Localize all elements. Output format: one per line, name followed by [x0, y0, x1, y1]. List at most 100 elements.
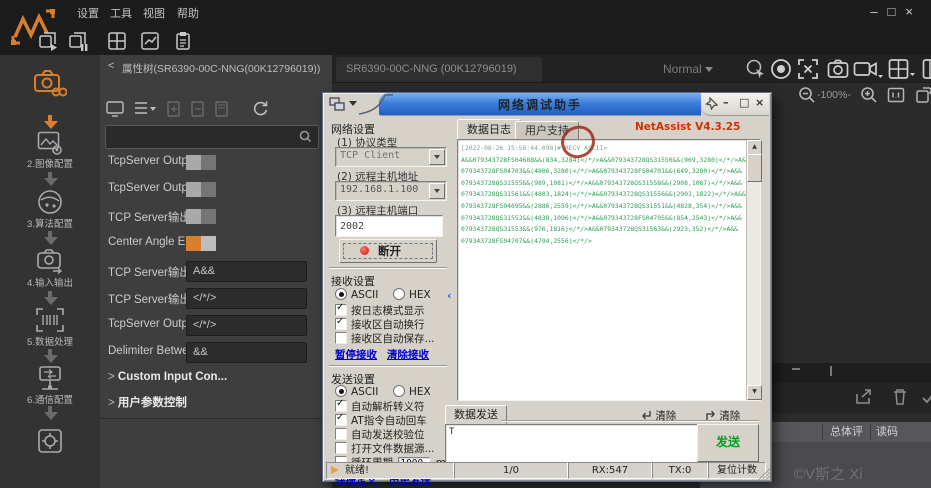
chevron-down-icon[interactable]: [429, 183, 445, 199]
status-rx-cell: RX:547: [568, 462, 652, 479]
disconnect-button[interactable]: 断开: [339, 239, 437, 263]
clear-send-link[interactable]: 清除: [641, 408, 676, 423]
resize-grip[interactable]: [758, 468, 770, 480]
tcp-output-t-field[interactable]: </*/>: [186, 315, 307, 336]
fit-one-to-one-icon[interactable]: [887, 86, 905, 104]
checkbox-icon: [335, 442, 347, 454]
chart-panel-icon[interactable]: [140, 31, 160, 51]
escape-parse-checkbox[interactable]: 自动解析转义符: [335, 399, 425, 414]
group-custom-input[interactable]: Custom Input Con...: [108, 371, 227, 383]
watermark: ©V斯之 Xi: [794, 463, 863, 484]
panel-icon-partial[interactable]: [922, 58, 931, 80]
search-input[interactable]: [105, 125, 319, 149]
netassist-titlebar[interactable]: 网络调试助手 – □ ×: [323, 93, 769, 115]
display-mode-dropdown[interactable]: Normal: [663, 62, 713, 76]
recv-hex-radio[interactable]: HEX: [393, 288, 431, 301]
trash-icon[interactable]: [892, 388, 908, 406]
pin-icon[interactable]: [705, 97, 718, 110]
property-tree-title: 属性树(SR6390-00C-NNG(00K12796019)): [122, 61, 320, 76]
workflow-step-camera-link[interactable]: [0, 68, 100, 98]
toggle-tcpserver-output-1[interactable]: [186, 155, 216, 170]
menu-help[interactable]: 帮助: [177, 5, 199, 21]
close-button[interactable]: ×: [905, 4, 923, 19]
view-grid-icon[interactable]: [888, 58, 916, 80]
divider: [329, 267, 447, 269]
checksum-checkbox[interactable]: 自动发送校验位: [335, 427, 425, 442]
workflow-step-next-partial[interactable]: [0, 427, 100, 455]
back-chevron-icon[interactable]: <: [108, 60, 114, 72]
document-tabstrip: SR6390-00C-NNG (00K12796019) Normal: [332, 55, 931, 83]
at-return-checkbox[interactable]: AT指令自动回车: [335, 413, 427, 428]
fullscreen-icon[interactable]: [797, 58, 819, 80]
minimize-button[interactable]: –: [870, 4, 887, 19]
host-select[interactable]: 192.168.1.100: [335, 181, 447, 201]
list-view-icon[interactable]: [134, 101, 156, 117]
minimize-button[interactable]: –: [723, 96, 729, 109]
tab-data-log[interactable]: 数据日志: [457, 119, 521, 140]
refresh-icon[interactable]: [252, 100, 269, 117]
close-button[interactable]: ×: [755, 96, 764, 109]
toggle-tcpserver-noread[interactable]: [186, 209, 216, 224]
pointer-select-icon[interactable]: [745, 58, 767, 80]
run-continuous-icon[interactable]: [38, 31, 58, 51]
send-ascii-radio[interactable]: ASCII: [335, 385, 378, 398]
workflow-step-data-process[interactable]: 5.数据处理: [0, 307, 100, 348]
tcp-prefix-field[interactable]: A&&: [186, 261, 307, 282]
recv-ascii-radio[interactable]: ASCII: [335, 288, 378, 301]
receive-log-area[interactable]: [2022-08-26 15:58:44.098]# RECV ASCII> A…: [457, 139, 761, 401]
send-button[interactable]: 发送: [697, 424, 759, 462]
auto-save-checkbox[interactable]: 接收区自动保存...: [335, 331, 435, 346]
menu-view[interactable]: 视图: [143, 5, 165, 21]
step-label: 3.算法配置: [0, 216, 100, 230]
collapse-panel-arrow[interactable]: ‹: [447, 289, 452, 302]
record-stop-icon[interactable]: [770, 58, 792, 80]
tab-data-send[interactable]: 数据发送: [445, 405, 507, 424]
snapshot-camera-icon[interactable]: [827, 58, 849, 80]
scroll-up-icon[interactable]: ▲: [747, 140, 762, 155]
export-result-icon[interactable]: [855, 388, 873, 406]
workflow-step-comm-config[interactable]: 6.通信配置: [0, 365, 100, 406]
maximize-button[interactable]: □: [739, 96, 749, 109]
workflow-step-input-output[interactable]: 4.输入输出: [0, 248, 100, 289]
auto-wrap-checkbox[interactable]: 接收区自动换行: [335, 317, 425, 332]
tcp-suffix-field[interactable]: </*/>: [186, 288, 307, 309]
rotate-view-icon[interactable]: [915, 86, 931, 104]
toggle-tcpserver-output-2[interactable]: [186, 182, 216, 197]
workflow-step-algorithm-config[interactable]: 3.算法配置: [0, 189, 100, 230]
device-tab[interactable]: SR6390-00C-NNG (00K12796019): [336, 57, 542, 82]
layout-grid-icon[interactable]: [107, 31, 127, 51]
scroll-down-icon[interactable]: ▼: [747, 385, 762, 400]
send-hex-radio[interactable]: HEX: [393, 385, 431, 398]
pause-receive-link[interactable]: 暂停接收: [335, 347, 377, 362]
chevron-down-icon[interactable]: [349, 101, 357, 106]
delimiter-field[interactable]: &&: [186, 342, 307, 363]
scrollbar-thumb[interactable]: [747, 154, 762, 182]
menu-settings[interactable]: 设置: [77, 5, 99, 21]
maximize-button[interactable]: □: [888, 4, 906, 19]
comm-config-icon: [36, 365, 64, 391]
clear-receive-link[interactable]: 清除接收: [387, 347, 429, 362]
protocol-select[interactable]: TCP Client: [335, 147, 447, 167]
video-record-icon[interactable]: [853, 58, 883, 80]
group-user-params[interactable]: 用户参数控制: [108, 394, 187, 410]
netassist-system-icon[interactable]: [329, 97, 345, 111]
send-input-area[interactable]: T: [445, 424, 701, 466]
checkbox-icon: [335, 400, 347, 412]
toggle-center-angle-enable[interactable]: [186, 236, 216, 251]
workflow-step-image-config[interactable]: 2.图像配置: [0, 131, 100, 170]
monitor-icon[interactable]: [106, 101, 124, 117]
port-input[interactable]: [335, 215, 443, 237]
clear-recv-link[interactable]: 清除: [705, 408, 740, 423]
menu-tools[interactable]: 工具: [110, 5, 132, 21]
pause-acquisition-icon[interactable]: [68, 31, 88, 51]
chevron-down-icon[interactable]: [429, 149, 445, 165]
step-label: 4.输入输出: [0, 275, 100, 289]
zoom-out-icon[interactable]: [798, 86, 816, 104]
check-icon[interactable]: [922, 390, 931, 404]
zoom-in-icon[interactable]: [860, 86, 878, 104]
ready-label: 就绪!: [345, 463, 369, 478]
log-scrollbar[interactable]: ▲ ▼: [746, 140, 760, 400]
file-source-checkbox[interactable]: 打开文件数据源...: [335, 441, 435, 456]
report-clipboard-icon[interactable]: [173, 31, 193, 51]
log-mode-checkbox[interactable]: 按日志模式显示: [335, 303, 425, 318]
